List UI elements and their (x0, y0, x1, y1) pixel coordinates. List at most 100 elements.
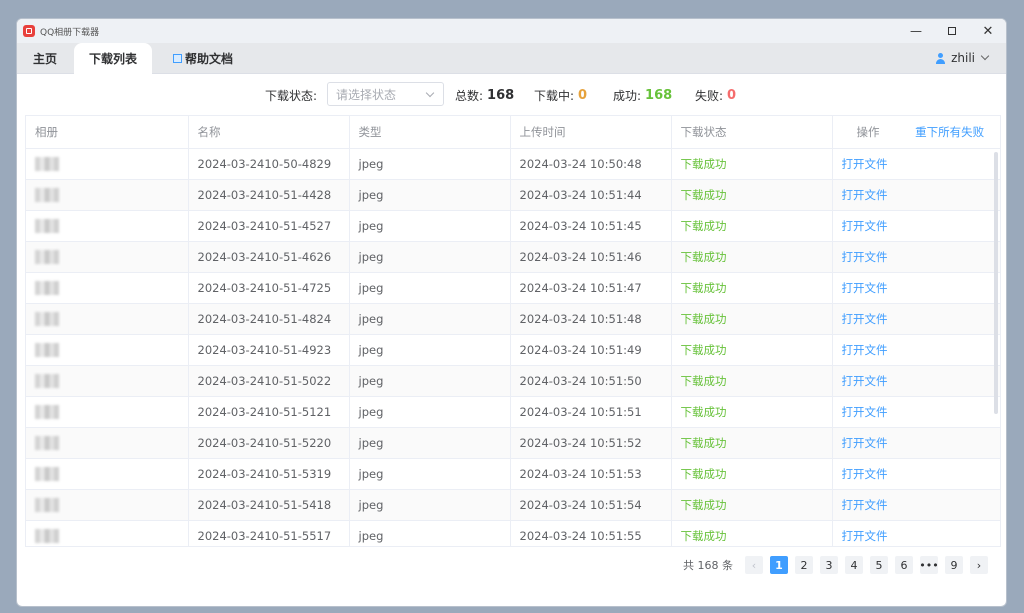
failed-label: 失败: (695, 88, 724, 103)
success-stat: 成功: 168 (613, 87, 672, 104)
open-file-link[interactable]: 打开文件 (842, 467, 888, 481)
open-file-link[interactable]: 打开文件 (842, 250, 888, 264)
page-button[interactable]: 3 (820, 556, 838, 574)
action-cell: 打开文件 (832, 396, 1000, 428)
table-row: 2024-03-2410-51-5121 jpeg 2024-03-24 10:51… (26, 396, 1000, 428)
page-button[interactable]: 1 (770, 556, 788, 574)
name-cell: 2024-03-2410-51-5022 (188, 365, 350, 397)
total-label: 总数: (455, 88, 484, 103)
window-title: QQ相册下载器 (40, 27, 100, 38)
album-thumbnail (35, 435, 59, 450)
user-menu[interactable]: zhili (935, 43, 990, 73)
action-header-label: 操作 (856, 124, 880, 139)
more-pages-button[interactable]: ••• (919, 556, 939, 574)
status-cell: 下载成功 (671, 520, 833, 546)
page-button[interactable]: 4 (845, 556, 863, 574)
album-cell (26, 334, 189, 366)
type-cell: jpeg (349, 334, 511, 366)
status-cell: 下载成功 (671, 427, 833, 459)
upload-time-cell: 2024-03-24 10:50:48 (510, 148, 672, 180)
open-file-link[interactable]: 打开文件 (842, 374, 888, 388)
name-cell: 2024-03-2410-51-4923 (188, 334, 350, 366)
maximize-icon (948, 27, 956, 35)
table-scrollbar[interactable] (994, 152, 998, 414)
action-cell: 打开文件 (832, 179, 1000, 211)
open-file-link[interactable]: 打开文件 (842, 498, 888, 512)
open-file-link[interactable]: 打开文件 (842, 405, 888, 419)
name-cell: 2024-03-2410-51-5121 (188, 396, 350, 428)
document-icon (172, 53, 182, 63)
app-window: QQ相册下载器 — ✕ 主页 下载列表 帮助文档 zhili 下载状态: 请选择… (16, 18, 1007, 607)
album-thumbnail (35, 466, 59, 481)
user-icon (935, 52, 946, 64)
open-file-link[interactable]: 打开文件 (842, 436, 888, 450)
upload-time-cell: 2024-03-24 10:51:52 (510, 427, 672, 459)
open-file-link[interactable]: 打开文件 (842, 343, 888, 357)
album-cell (26, 396, 189, 428)
open-file-link[interactable]: 打开文件 (842, 312, 888, 326)
type-cell: jpeg (349, 303, 511, 335)
failed-value: 0 (727, 87, 737, 103)
minimize-button[interactable]: — (898, 19, 934, 43)
title-bar: QQ相册下载器 — ✕ (17, 19, 1006, 43)
type-cell: jpeg (349, 489, 511, 521)
name-cell: 2024-03-2410-51-4527 (188, 210, 350, 242)
status-cell: 下载成功 (671, 489, 833, 521)
col-header-type: 类型 (349, 116, 511, 149)
table-row: 2024-03-2410-51-5418 jpeg 2024-03-24 10:51… (26, 489, 1000, 521)
action-cell: 打开文件 (832, 489, 1000, 521)
status-cell: 下载成功 (671, 241, 833, 273)
col-header-name: 名称 (188, 116, 350, 149)
close-icon: ✕ (982, 23, 994, 39)
retry-all-failed-button[interactable]: 重下所有失败 (915, 125, 984, 139)
tab-download-list-label: 下载列表 (88, 52, 137, 66)
open-file-link[interactable]: 打开文件 (842, 157, 888, 171)
downloading-label: 下载中: (534, 88, 575, 103)
type-cell: jpeg (349, 365, 511, 397)
success-label: 成功: (613, 88, 642, 103)
table-row: 2024-03-2410-51-5022 jpeg 2024-03-24 10:51… (26, 365, 1000, 397)
page-button[interactable]: 2 (795, 556, 813, 574)
total-value: 168 (487, 87, 515, 103)
pagination-total: 共 168 条 (683, 559, 733, 572)
status-filter-label: 下载状态: (265, 88, 318, 103)
user-name: zhili (951, 51, 975, 65)
tab-home[interactable]: 主页 (17, 43, 73, 73)
table-row: 2024-03-2410-51-5319 jpeg 2024-03-24 10:51… (26, 458, 1000, 490)
open-file-link[interactable]: 打开文件 (842, 281, 888, 295)
next-page-button[interactable]: › (970, 556, 988, 574)
close-button[interactable]: ✕ (970, 19, 1006, 43)
album-cell (26, 179, 189, 211)
tab-download-list[interactable]: 下载列表 (74, 43, 152, 74)
upload-time-cell: 2024-03-24 10:51:50 (510, 365, 672, 397)
type-cell: jpeg (349, 179, 511, 211)
album-thumbnail (35, 311, 59, 326)
page-button[interactable]: 9 (945, 556, 963, 574)
chevron-down-icon (980, 51, 990, 61)
album-thumbnail (35, 528, 59, 543)
maximize-button[interactable] (934, 19, 970, 43)
prev-page-button[interactable]: ‹ (745, 556, 763, 574)
pagination: 共 168 条 ‹ 1 2 3 4 5 6 ••• 9 › (683, 556, 988, 574)
status-cell: 下载成功 (671, 303, 833, 335)
name-cell: 2024-03-2410-51-4626 (188, 241, 350, 273)
minimize-icon: — (910, 24, 922, 38)
album-cell (26, 272, 189, 304)
status-select[interactable]: 请选择状态 (327, 82, 444, 106)
table-row: 2024-03-2410-50-4829 jpeg 2024-03-24 10:50… (26, 148, 1000, 180)
upload-time-cell: 2024-03-24 10:51:53 (510, 458, 672, 490)
page-button[interactable]: 5 (870, 556, 888, 574)
name-cell: 2024-03-2410-51-5418 (188, 489, 350, 521)
open-file-link[interactable]: 打开文件 (842, 219, 888, 233)
table-row: 2024-03-2410-51-4824 jpeg 2024-03-24 10:51… (26, 303, 1000, 335)
open-file-link[interactable]: 打开文件 (842, 529, 888, 543)
action-cell: 打开文件 (832, 272, 1000, 304)
table-row: 2024-03-2410-51-5220 jpeg 2024-03-24 10:51… (26, 427, 1000, 459)
type-cell: jpeg (349, 458, 511, 490)
name-cell: 2024-03-2410-51-5517 (188, 520, 350, 546)
album-thumbnail (35, 280, 59, 295)
chevron-down-icon (425, 88, 435, 98)
open-file-link[interactable]: 打开文件 (842, 188, 888, 202)
tab-help-docs[interactable]: 帮助文档 (163, 43, 243, 73)
page-button[interactable]: 6 (895, 556, 913, 574)
